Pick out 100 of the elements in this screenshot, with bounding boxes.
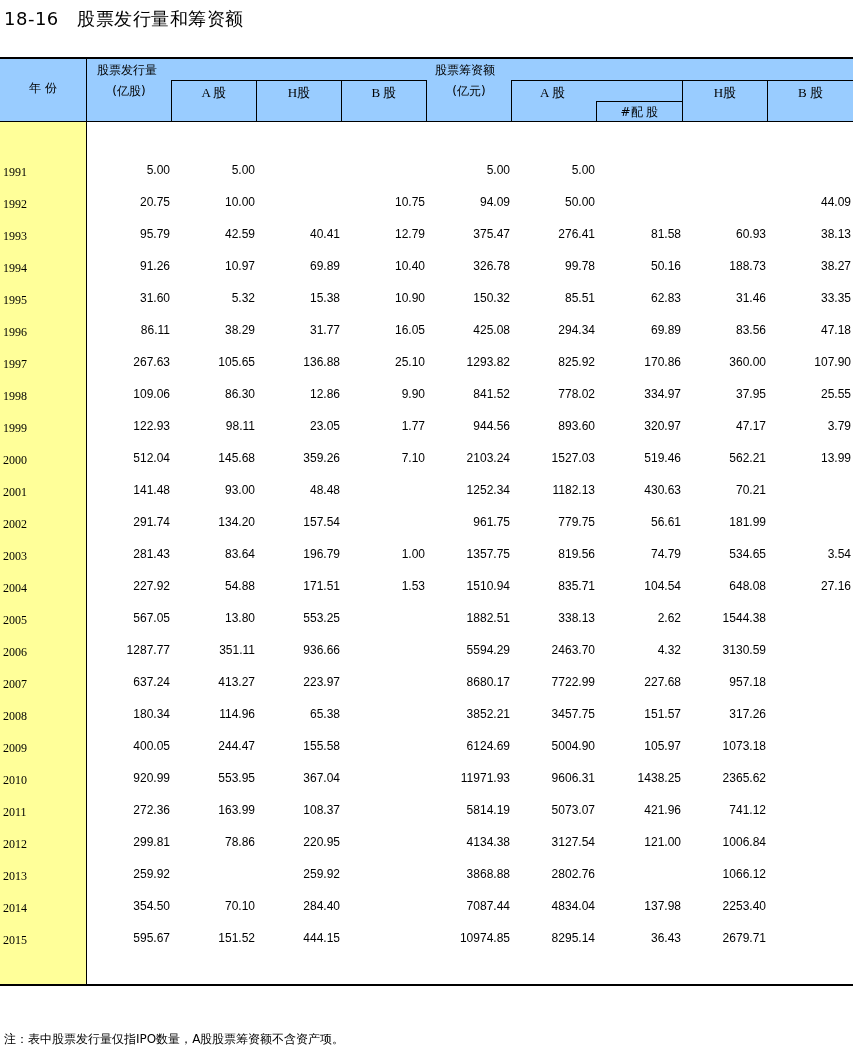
table-cell: 1438.25 [637,771,681,785]
table-cell: 136.88 [303,355,340,369]
table-cell: 157.54 [303,515,340,529]
table-cell: 8295.14 [551,931,595,945]
table-cell: 294.34 [558,323,595,337]
header-cell: H股 [683,80,768,121]
table-cell: 188.73 [729,259,766,273]
header-cell-text: 股票筹资额 [434,62,496,79]
table-cell: 1527.03 [551,451,595,465]
table-cell: 2103.24 [466,451,510,465]
table-cell: 957.18 [729,675,766,689]
table-cell: 10.40 [394,259,425,273]
table-cell: 351.11 [219,643,255,657]
table-cell: 259.92 [133,867,170,881]
year-cell: 1995 [3,292,27,307]
table-cell: 47.18 [820,323,851,337]
table-cell: 413.27 [218,675,255,689]
table-cell: 13.80 [224,611,255,625]
table-cell: 7.10 [401,451,425,465]
table-cell: 359.26 [303,451,340,465]
table-cell: 1066.12 [722,867,766,881]
table-cell: 5.00 [571,163,595,177]
table-cell: 5.00 [146,163,170,177]
table-cell: 151.57 [644,707,681,721]
header-cell: H股 [257,80,342,121]
table-cell: 99.78 [564,259,595,273]
table-cell: 3127.54 [551,835,595,849]
table-cell: 4134.38 [466,835,510,849]
table-cell: 936.66 [303,643,340,657]
year-cell: 2013 [3,868,27,883]
table-cell: 1287.77 [126,643,170,657]
year-cell: 2011 [3,804,27,819]
table-cell: 31.77 [309,323,340,337]
header-cell: 年 份 [0,59,87,121]
table-cell: 134.20 [218,515,255,529]
table-cell: 375.47 [473,227,510,241]
table-cell: 3457.75 [551,707,595,721]
table-cell: 259.92 [303,867,340,881]
table-cell: 33.35 [820,291,851,305]
table-cell: 334.97 [644,387,681,401]
table-cell: 835.71 [558,579,595,593]
table-cell: 150.32 [473,291,510,305]
table-cell: 78.86 [224,835,255,849]
table-cell: 1510.94 [466,579,510,593]
table-cell: 320.97 [644,419,681,433]
table-cell: 25.55 [820,387,851,401]
table-cell: 317.26 [729,707,766,721]
table-cell: 155.58 [303,739,340,753]
table-cell: 1182.13 [552,483,595,497]
table-cell: 553.25 [303,611,340,625]
table-cell: 7722.99 [551,675,595,689]
table-cell: 284.40 [303,899,340,913]
table-cell: 65.38 [309,707,340,721]
table-cell: 81.58 [650,227,681,241]
table-cell: 9606.31 [551,771,595,785]
table-cell: 20.75 [139,195,170,209]
table-cell: 47.17 [735,419,766,433]
table-cell: 69.89 [650,323,681,337]
table-cell: 180.34 [133,707,170,721]
table-cell: 15.38 [309,291,340,305]
table-cell: 171.51 [303,579,340,593]
table-cell: 5.32 [231,291,255,305]
year-cell: 2010 [3,772,27,787]
table-cell: 93.00 [224,483,255,497]
table-cell: 50.16 [650,259,681,273]
table-cell: 10.90 [394,291,425,305]
table-cell: 299.81 [133,835,170,849]
table-cell: 1.53 [401,579,425,593]
table-cell: 2802.76 [551,867,595,881]
table-cell: 170.86 [644,355,681,369]
header-cell: A 股 [172,80,257,121]
year-cell: 2014 [3,900,27,915]
table-cell: 3.79 [827,419,851,433]
table-cell: 10.00 [224,195,255,209]
table-cell: 2.62 [657,611,681,625]
table-cell: 12.86 [309,387,340,401]
year-cell: 2006 [3,644,27,659]
year-cell: 2005 [3,612,27,627]
table-title: 18-16 股票发行量和筹资额 [3,7,245,31]
table-cell: 425.08 [473,323,510,337]
table-cell: 430.63 [644,483,681,497]
table-cell: 272.36 [133,803,170,817]
table-cell: 1.00 [401,547,425,561]
table-cell: 223.97 [303,675,340,689]
table-cell: 779.75 [558,515,595,529]
table-cell: 151.52 [218,931,255,945]
table-cell: 74.79 [650,547,681,561]
table-cell: 3852.21 [466,707,510,721]
header-cell: B 股 [342,80,427,121]
header-cell: (亿元) [427,80,512,121]
table-cell: 122.93 [133,419,170,433]
year-cell: 1996 [3,324,27,339]
table-cell: 1073.18 [722,739,766,753]
table-cell: 137.98 [644,899,681,913]
year-cell: 2009 [3,740,27,755]
table-cell: 961.75 [473,515,510,529]
table-cell: 196.79 [303,547,340,561]
table-cell: 512.04 [133,451,170,465]
table-cell: 819.56 [558,547,595,561]
table-cell: 421.96 [644,803,681,817]
